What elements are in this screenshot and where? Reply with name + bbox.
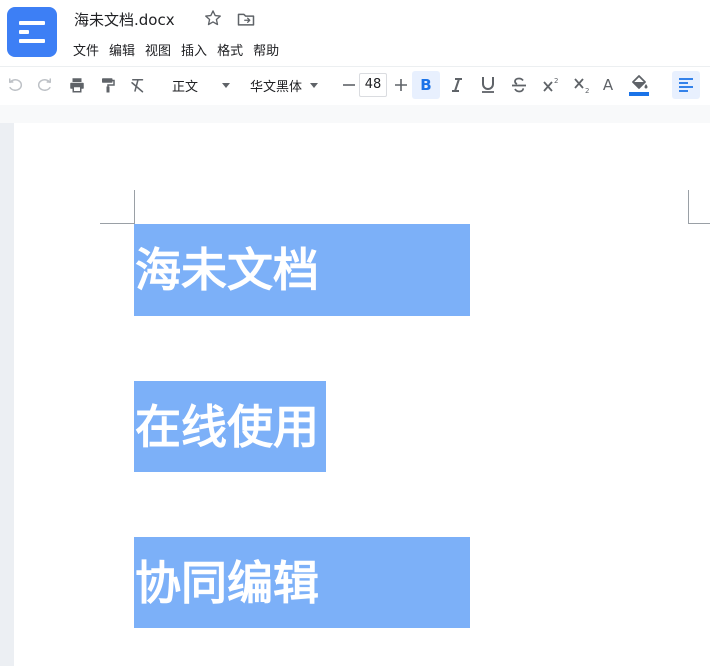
highlight-color-swatch [629, 92, 649, 96]
decrease-font-size-button[interactable] [339, 67, 359, 103]
paragraph-2-text: 在线使用 [135, 400, 319, 454]
margin-crop-mark [134, 190, 135, 224]
font-family-label: 华文黑体 [250, 79, 303, 95]
underline-button[interactable] [477, 67, 499, 103]
docs-logo-icon[interactable] [7, 7, 57, 57]
document-page[interactable]: 海未文档 在线使用 协同编辑 [14, 123, 710, 666]
paragraph-3-highlight[interactable]: 协同编辑 [134, 537, 470, 628]
paint-format-button[interactable] [97, 67, 119, 103]
menu-insert[interactable]: 插入 [181, 40, 207, 59]
text-color-button[interactable]: A [598, 67, 618, 103]
undo-icon [9, 78, 23, 91]
paint-roller-icon [102, 78, 115, 93]
strikethrough-button[interactable] [508, 67, 530, 103]
font-size-input[interactable]: 48 [359, 73, 387, 97]
paragraph-3-text: 协同编辑 [135, 556, 319, 610]
plus-icon [395, 79, 407, 91]
undo-button[interactable] [4, 67, 26, 103]
left-ruler-strip [0, 123, 14, 666]
subscript-button[interactable]: 2 [571, 67, 593, 103]
document-title[interactable]: 海未文档.docx [74, 9, 175, 30]
italic-button[interactable] [446, 67, 468, 103]
formatting-toolbar: 正文 华文黑体 48 B 2 2 A [0, 66, 710, 106]
margin-crop-mark [688, 190, 689, 224]
clear-formatting-button[interactable] [127, 67, 149, 103]
printer-icon [70, 78, 84, 93]
font-family-dropdown[interactable]: 华文黑体 [250, 67, 330, 103]
menu-bar: 文件 编辑 视图 插入 格式 帮助 [73, 40, 289, 59]
document-canvas: 海未文档 在线使用 协同编辑 [0, 105, 710, 666]
paragraph-2-highlight[interactable]: 在线使用 [134, 381, 326, 472]
paragraph-style-label: 正文 [172, 79, 199, 95]
increase-font-size-button[interactable] [391, 67, 411, 103]
strikethrough-icon [512, 77, 526, 93]
subscript-icon: 2 [574, 78, 589, 94]
menu-file[interactable]: 文件 [73, 40, 99, 59]
superscript-button[interactable]: 2 [540, 67, 562, 103]
redo-icon [37, 78, 51, 91]
text-color-label: A [602, 76, 614, 94]
print-button[interactable] [66, 67, 88, 103]
menu-help[interactable]: 帮助 [253, 40, 279, 59]
minus-icon [343, 84, 355, 86]
bold-button[interactable]: B [412, 71, 440, 99]
paint-bucket-icon [632, 75, 648, 89]
align-left-button[interactable] [672, 71, 700, 99]
paragraph-1-text: 海未文档 [135, 243, 319, 297]
bold-label: B [420, 76, 432, 94]
redo-button[interactable] [34, 67, 56, 103]
margin-crop-mark [100, 223, 134, 224]
star-icon[interactable] [203, 8, 223, 28]
align-left-icon [679, 78, 693, 92]
svg-text:2: 2 [585, 87, 589, 94]
svg-text:2: 2 [554, 77, 558, 85]
app-header: 海未文档.docx 文件 编辑 视图 插入 格式 帮助 [0, 0, 710, 66]
underline-icon [482, 77, 494, 93]
italic-icon [452, 78, 462, 92]
move-to-folder-icon[interactable] [236, 9, 256, 29]
chevron-down-icon [310, 82, 319, 88]
margin-crop-mark [688, 223, 710, 224]
menu-format[interactable]: 格式 [217, 40, 243, 59]
clear-format-icon [131, 79, 144, 93]
chevron-down-icon [222, 82, 231, 88]
paragraph-1-highlight[interactable]: 海未文档 [134, 224, 470, 316]
superscript-icon: 2 [543, 77, 558, 92]
menu-edit[interactable]: 编辑 [109, 40, 135, 59]
menu-view[interactable]: 视图 [145, 40, 171, 59]
paragraph-style-dropdown[interactable]: 正文 [172, 67, 234, 103]
highlight-color-button[interactable] [626, 67, 652, 103]
